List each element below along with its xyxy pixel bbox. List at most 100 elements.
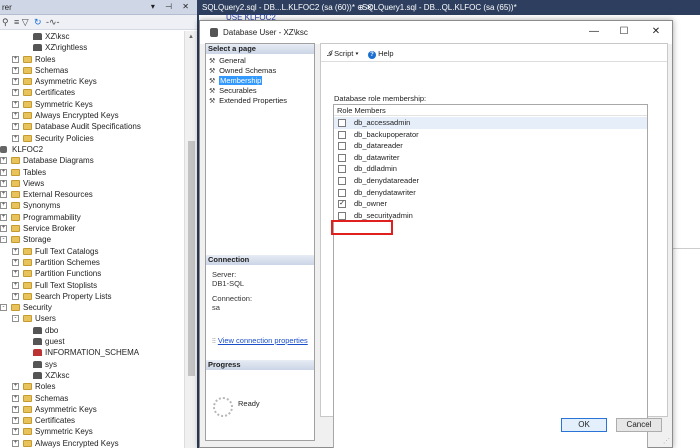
tree-node[interactable]: + Database Diagrams: [0, 155, 184, 166]
tree-node[interactable]: XZ\ksc: [0, 370, 184, 381]
expand-icon[interactable]: +: [12, 417, 19, 425]
activity-icon[interactable]: -∿-: [46, 17, 60, 28]
tree-node[interactable]: KLFOC2: [0, 144, 184, 155]
tree-node[interactable]: + Full Text Catalogs: [0, 246, 184, 257]
expand-icon[interactable]: +: [12, 258, 19, 266]
role-row-db_backupoperator[interactable]: db_backupoperator: [334, 129, 647, 141]
role-checkbox[interactable]: ✓: [338, 200, 346, 209]
tree-node[interactable]: + Always Encrypted Keys: [0, 110, 184, 121]
tree-node[interactable]: XZ\ksc: [0, 31, 184, 42]
tree-node[interactable]: guest: [0, 336, 184, 347]
tree-node[interactable]: dbo: [0, 325, 184, 336]
role-row-db_denydatawriter[interactable]: db_denydatawriter: [334, 187, 647, 199]
tree-node[interactable]: - Users: [0, 313, 184, 324]
scroll-up-icon[interactable]: ▲: [188, 34, 194, 40]
filter-icon[interactable]: ≡ ▽: [14, 17, 29, 28]
tree-node[interactable]: + Schemas: [0, 393, 184, 404]
tree-node[interactable]: INFORMATION_SCHEMA: [0, 347, 184, 358]
tree-node[interactable]: + Full Text Stoplists: [0, 280, 184, 291]
role-checkbox[interactable]: [338, 130, 346, 139]
tree-node[interactable]: + Certificates: [0, 415, 184, 426]
page-item-extended-properties[interactable]: ⚒ Extended Properties: [209, 96, 287, 106]
expand-icon[interactable]: +: [0, 202, 7, 210]
role-checkbox[interactable]: [338, 119, 346, 127]
expand-icon[interactable]: +: [0, 225, 7, 233]
collapse-icon[interactable]: -: [0, 236, 7, 244]
tree-node[interactable]: + Roles: [0, 381, 184, 392]
tree-node[interactable]: + Certificates: [0, 87, 184, 98]
expand-icon[interactable]: +: [12, 270, 19, 278]
expand-icon[interactable]: +: [12, 55, 19, 63]
page-item-general[interactable]: ⚒ General: [209, 56, 246, 66]
expand-icon[interactable]: +: [12, 123, 19, 131]
expand-icon[interactable]: +: [12, 89, 19, 97]
page-item-owned-schemas[interactable]: ⚒ Owned Schemas: [209, 66, 276, 76]
expand-icon[interactable]: +: [12, 439, 19, 447]
collapse-icon[interactable]: -: [0, 304, 7, 312]
expand-icon[interactable]: +: [12, 66, 19, 74]
tree-node[interactable]: + Always Encrypted Keys: [0, 438, 184, 448]
tree-node[interactable]: + Programmability: [0, 212, 184, 223]
expand-icon[interactable]: +: [12, 134, 19, 142]
tree-node[interactable]: + Database Audit Specifications: [0, 121, 184, 132]
tree-node[interactable]: + Tables: [0, 167, 184, 178]
expand-icon[interactable]: +: [12, 281, 19, 289]
expand-icon[interactable]: +: [12, 112, 19, 120]
tree-node[interactable]: + Synonyms: [0, 200, 184, 211]
tree-node[interactable]: - Storage: [0, 234, 184, 245]
expand-icon[interactable]: +: [12, 78, 19, 86]
tree-node[interactable]: - Security: [0, 302, 184, 313]
tree-node[interactable]: + Symmetric Keys: [0, 426, 184, 437]
expand-icon[interactable]: +: [0, 191, 7, 199]
role-row-db_datawriter[interactable]: db_datawriter: [334, 152, 647, 164]
help-button[interactable]: ? Help: [368, 49, 394, 59]
role-row-db_denydatareader[interactable]: db_denydatareader: [334, 175, 647, 187]
expand-icon[interactable]: +: [12, 383, 19, 391]
role-row-db_datareader[interactable]: db_datareader: [334, 140, 647, 152]
expand-icon[interactable]: +: [12, 394, 19, 402]
tree-node[interactable]: + Schemas: [0, 65, 184, 76]
resize-grip-icon[interactable]: ⋰: [663, 437, 670, 445]
expand-icon[interactable]: +: [12, 428, 19, 436]
tab-sqlquery1[interactable]: SQLQuery1.sql - DB...QL.KLFOC (sa (65))*: [359, 2, 520, 15]
refresh-icon[interactable]: ↻: [34, 17, 42, 28]
expand-icon[interactable]: +: [0, 157, 7, 165]
view-connection-properties-label[interactable]: View connection properties: [218, 336, 308, 345]
minimize-button[interactable]: —: [584, 25, 604, 39]
tree-node[interactable]: + Asymmetric Keys: [0, 76, 184, 87]
close-button[interactable]: ✕: [646, 25, 666, 39]
expand-icon[interactable]: +: [12, 100, 19, 108]
scroll-thumb[interactable]: [188, 141, 195, 376]
cancel-button[interactable]: Cancel: [616, 418, 662, 432]
expand-icon[interactable]: +: [12, 405, 19, 413]
expand-icon[interactable]: +: [0, 168, 7, 176]
role-checkbox[interactable]: [338, 142, 346, 151]
tree-node[interactable]: + Symmetric Keys: [0, 99, 184, 110]
tree-node[interactable]: + Asymmetric Keys: [0, 404, 184, 415]
role-checkbox[interactable]: [338, 165, 346, 174]
role-checkbox[interactable]: [338, 177, 346, 185]
tree-node[interactable]: + External Resources: [0, 189, 184, 200]
view-connection-properties-link[interactable]: ⫶⫶ View connection properties: [212, 336, 308, 346]
tree-scrollbar[interactable]: ▲: [184, 31, 197, 448]
tree-node[interactable]: + Service Broker: [0, 223, 184, 234]
tree-node[interactable]: XZ\rightless: [0, 42, 184, 53]
page-item-membership[interactable]: ⚒ Membership: [209, 76, 263, 86]
expand-icon[interactable]: +: [0, 213, 7, 221]
expand-icon[interactable]: +: [12, 292, 19, 300]
collapse-icon[interactable]: -: [12, 315, 19, 323]
expand-icon[interactable]: +: [0, 179, 7, 187]
expand-icon[interactable]: +: [12, 247, 19, 255]
page-item-securables[interactable]: ⚒ Securables: [209, 86, 257, 96]
maximize-button[interactable]: ☐: [614, 25, 634, 39]
tree-node[interactable]: + Roles: [0, 54, 184, 65]
tree-node[interactable]: sys: [0, 359, 184, 370]
role-checkbox[interactable]: [338, 153, 346, 162]
role-row-db_ddladmin[interactable]: db_ddladmin: [334, 163, 647, 175]
tree-node[interactable]: + Search Property Lists: [0, 291, 184, 302]
role-row-db_owner[interactable]: ✓ db_owner: [334, 198, 647, 210]
role-members-list[interactable]: Role Members db_accessadmin db_backupoper…: [331, 104, 648, 448]
role-checkbox[interactable]: [338, 211, 346, 220]
role-checkbox[interactable]: [338, 188, 346, 197]
role-row-db_accessadmin[interactable]: db_accessadmin: [334, 117, 647, 129]
